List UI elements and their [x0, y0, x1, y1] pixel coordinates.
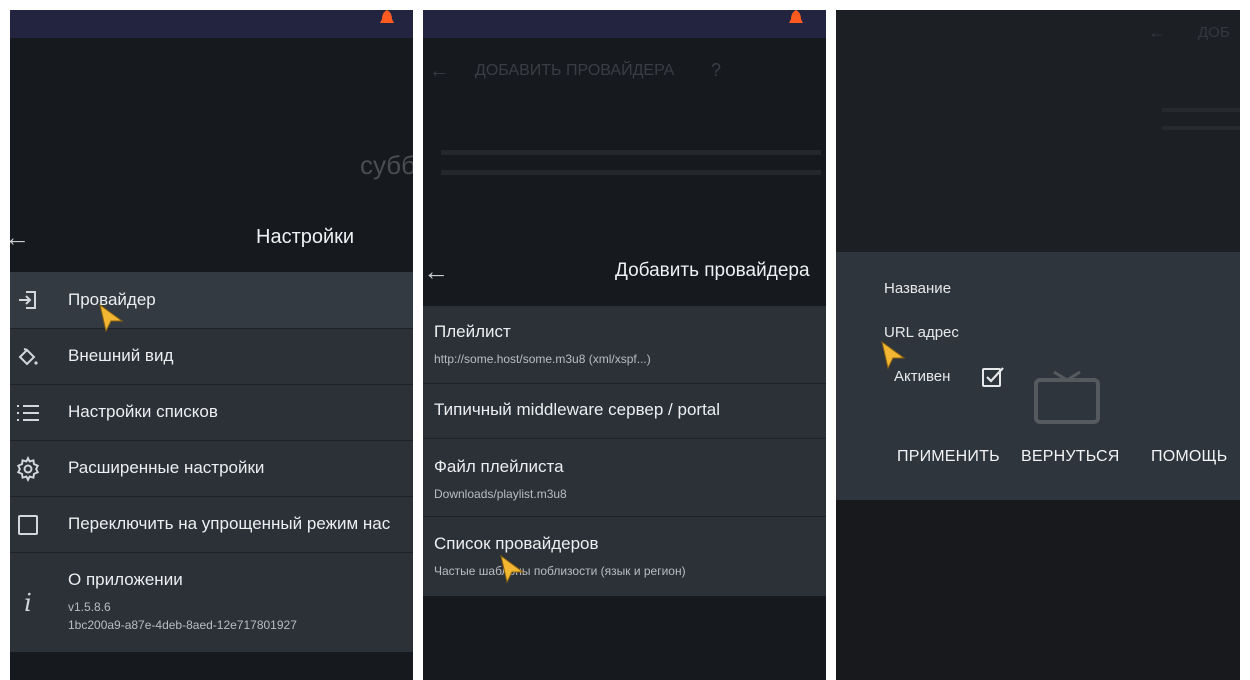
settings-item-label: Переключить на упрощенный режим нас — [68, 514, 391, 533]
provider-option-label: Список провайдеров — [434, 534, 599, 553]
background-title: ДОБ — [1198, 24, 1230, 41]
dimmed-background: ← ДОБ — [836, 10, 1240, 252]
back-button[interactable]: ВЕРНУТЬСЯ — [1021, 448, 1120, 466]
status-bar — [10, 10, 413, 38]
notification-bell-icon — [787, 10, 805, 26]
provider-option-hint: http://some.host/some.m3u8 (xml/xspf...) — [434, 352, 651, 366]
list-icon — [14, 399, 42, 427]
settings-list: Провайдер Внешний вид Настройки списков … — [10, 272, 413, 652]
background-text-line — [1162, 108, 1240, 112]
provider-option-hint: Частые шаблоны поблизости (язык и регион… — [434, 564, 686, 578]
background-title: ДОБАВИТЬ ПРОВАЙДЕРА — [475, 62, 675, 79]
settings-header: ← Настройки — [10, 210, 413, 272]
app-version: v1.5.8.6 — [68, 600, 111, 614]
active-checkbox[interactable] — [981, 365, 1005, 389]
provider-option-label: Типичный middleware сервер / portal — [434, 400, 721, 419]
provider-dialog: Название URL адрес Активен ПРИМЕНИТЬ ВЕР… — [836, 252, 1240, 500]
background-back-arrow-icon: ← — [1148, 22, 1166, 42]
provider-option-label: Файл плейлиста — [434, 457, 564, 476]
background-back-arrow-icon: ← — [429, 60, 449, 82]
background-help-icon: ? — [711, 60, 722, 80]
settings-item-about[interactable]: i О приложении v1.5.8.6 1bc200a9-a87e-4d… — [10, 553, 413, 652]
back-arrow-icon[interactable]: ← — [423, 258, 449, 284]
paint-bucket-icon — [14, 343, 42, 371]
settings-item-appearance[interactable]: Внешний вид — [10, 329, 413, 385]
provider-type-list: Плейлист http://some.host/some.m3u8 (xml… — [423, 306, 826, 596]
name-field-label[interactable]: Название — [884, 280, 951, 297]
tv-icon — [1034, 370, 1100, 424]
active-label: Активен — [894, 368, 951, 385]
login-icon — [14, 286, 42, 314]
app-build-id: 1bc200a9-a87e-4deb-8aed-12e717801927 — [68, 618, 297, 632]
settings-item-advanced[interactable]: Расширенные настройки — [10, 441, 413, 497]
provider-dialog-screen: ← ДОБ Название URL адрес Активен ПРИМЕНИ… — [836, 10, 1240, 680]
status-bar — [423, 10, 826, 38]
settings-item-list-settings[interactable]: Настройки списков — [10, 385, 413, 441]
info-icon: i — [24, 589, 32, 617]
settings-screen: субб ← Настройки Провайдер Внешний вид Н… — [10, 10, 413, 680]
back-arrow-icon[interactable]: ← — [10, 224, 30, 250]
settings-item-label: О приложении — [68, 570, 183, 589]
provider-option-playlist-file[interactable]: Файл плейлиста Downloads/playlist.m3u8 — [423, 439, 826, 517]
page-title: Настройки — [256, 226, 355, 248]
gear-icon — [14, 455, 42, 483]
provider-option-playlist[interactable]: Плейлист http://some.host/some.m3u8 (xml… — [423, 306, 826, 384]
background-text: субб — [360, 150, 413, 180]
background-text-line — [441, 150, 821, 155]
settings-item-provider[interactable]: Провайдер — [10, 272, 413, 329]
add-provider-screen: ← ДОБАВИТЬ ПРОВАЙДЕРА ? ← Добавить прова… — [423, 10, 826, 680]
provider-option-middleware[interactable]: Типичный middleware сервер / portal — [423, 384, 826, 439]
background-text-line — [1162, 126, 1240, 130]
settings-item-simple-mode[interactable]: Переключить на упрощенный режим нас — [10, 497, 413, 553]
provider-option-provider-list[interactable]: Список провайдеров Частые шаблоны поблиз… — [423, 517, 826, 596]
apply-button[interactable]: ПРИМЕНИТЬ — [897, 448, 1000, 466]
settings-item-label: Расширенные настройки — [68, 458, 265, 477]
page-title: Добавить провайдера — [615, 260, 810, 281]
url-field-label[interactable]: URL адрес — [884, 324, 959, 341]
provider-option-hint: Downloads/playlist.m3u8 — [434, 487, 567, 501]
notification-bell-icon — [378, 10, 396, 26]
provider-option-label: Плейлист — [434, 322, 511, 341]
add-provider-header: ← Добавить провайдера — [423, 242, 826, 304]
help-button[interactable]: ПОМОЩЬ — [1151, 448, 1227, 466]
dimmed-background — [836, 500, 1240, 680]
settings-item-label: Внешний вид — [68, 346, 174, 365]
background-text-line — [441, 170, 821, 175]
settings-item-label: Настройки списков — [68, 402, 218, 421]
settings-item-label: Провайдер — [68, 290, 156, 309]
checkbox-icon[interactable] — [14, 511, 42, 539]
